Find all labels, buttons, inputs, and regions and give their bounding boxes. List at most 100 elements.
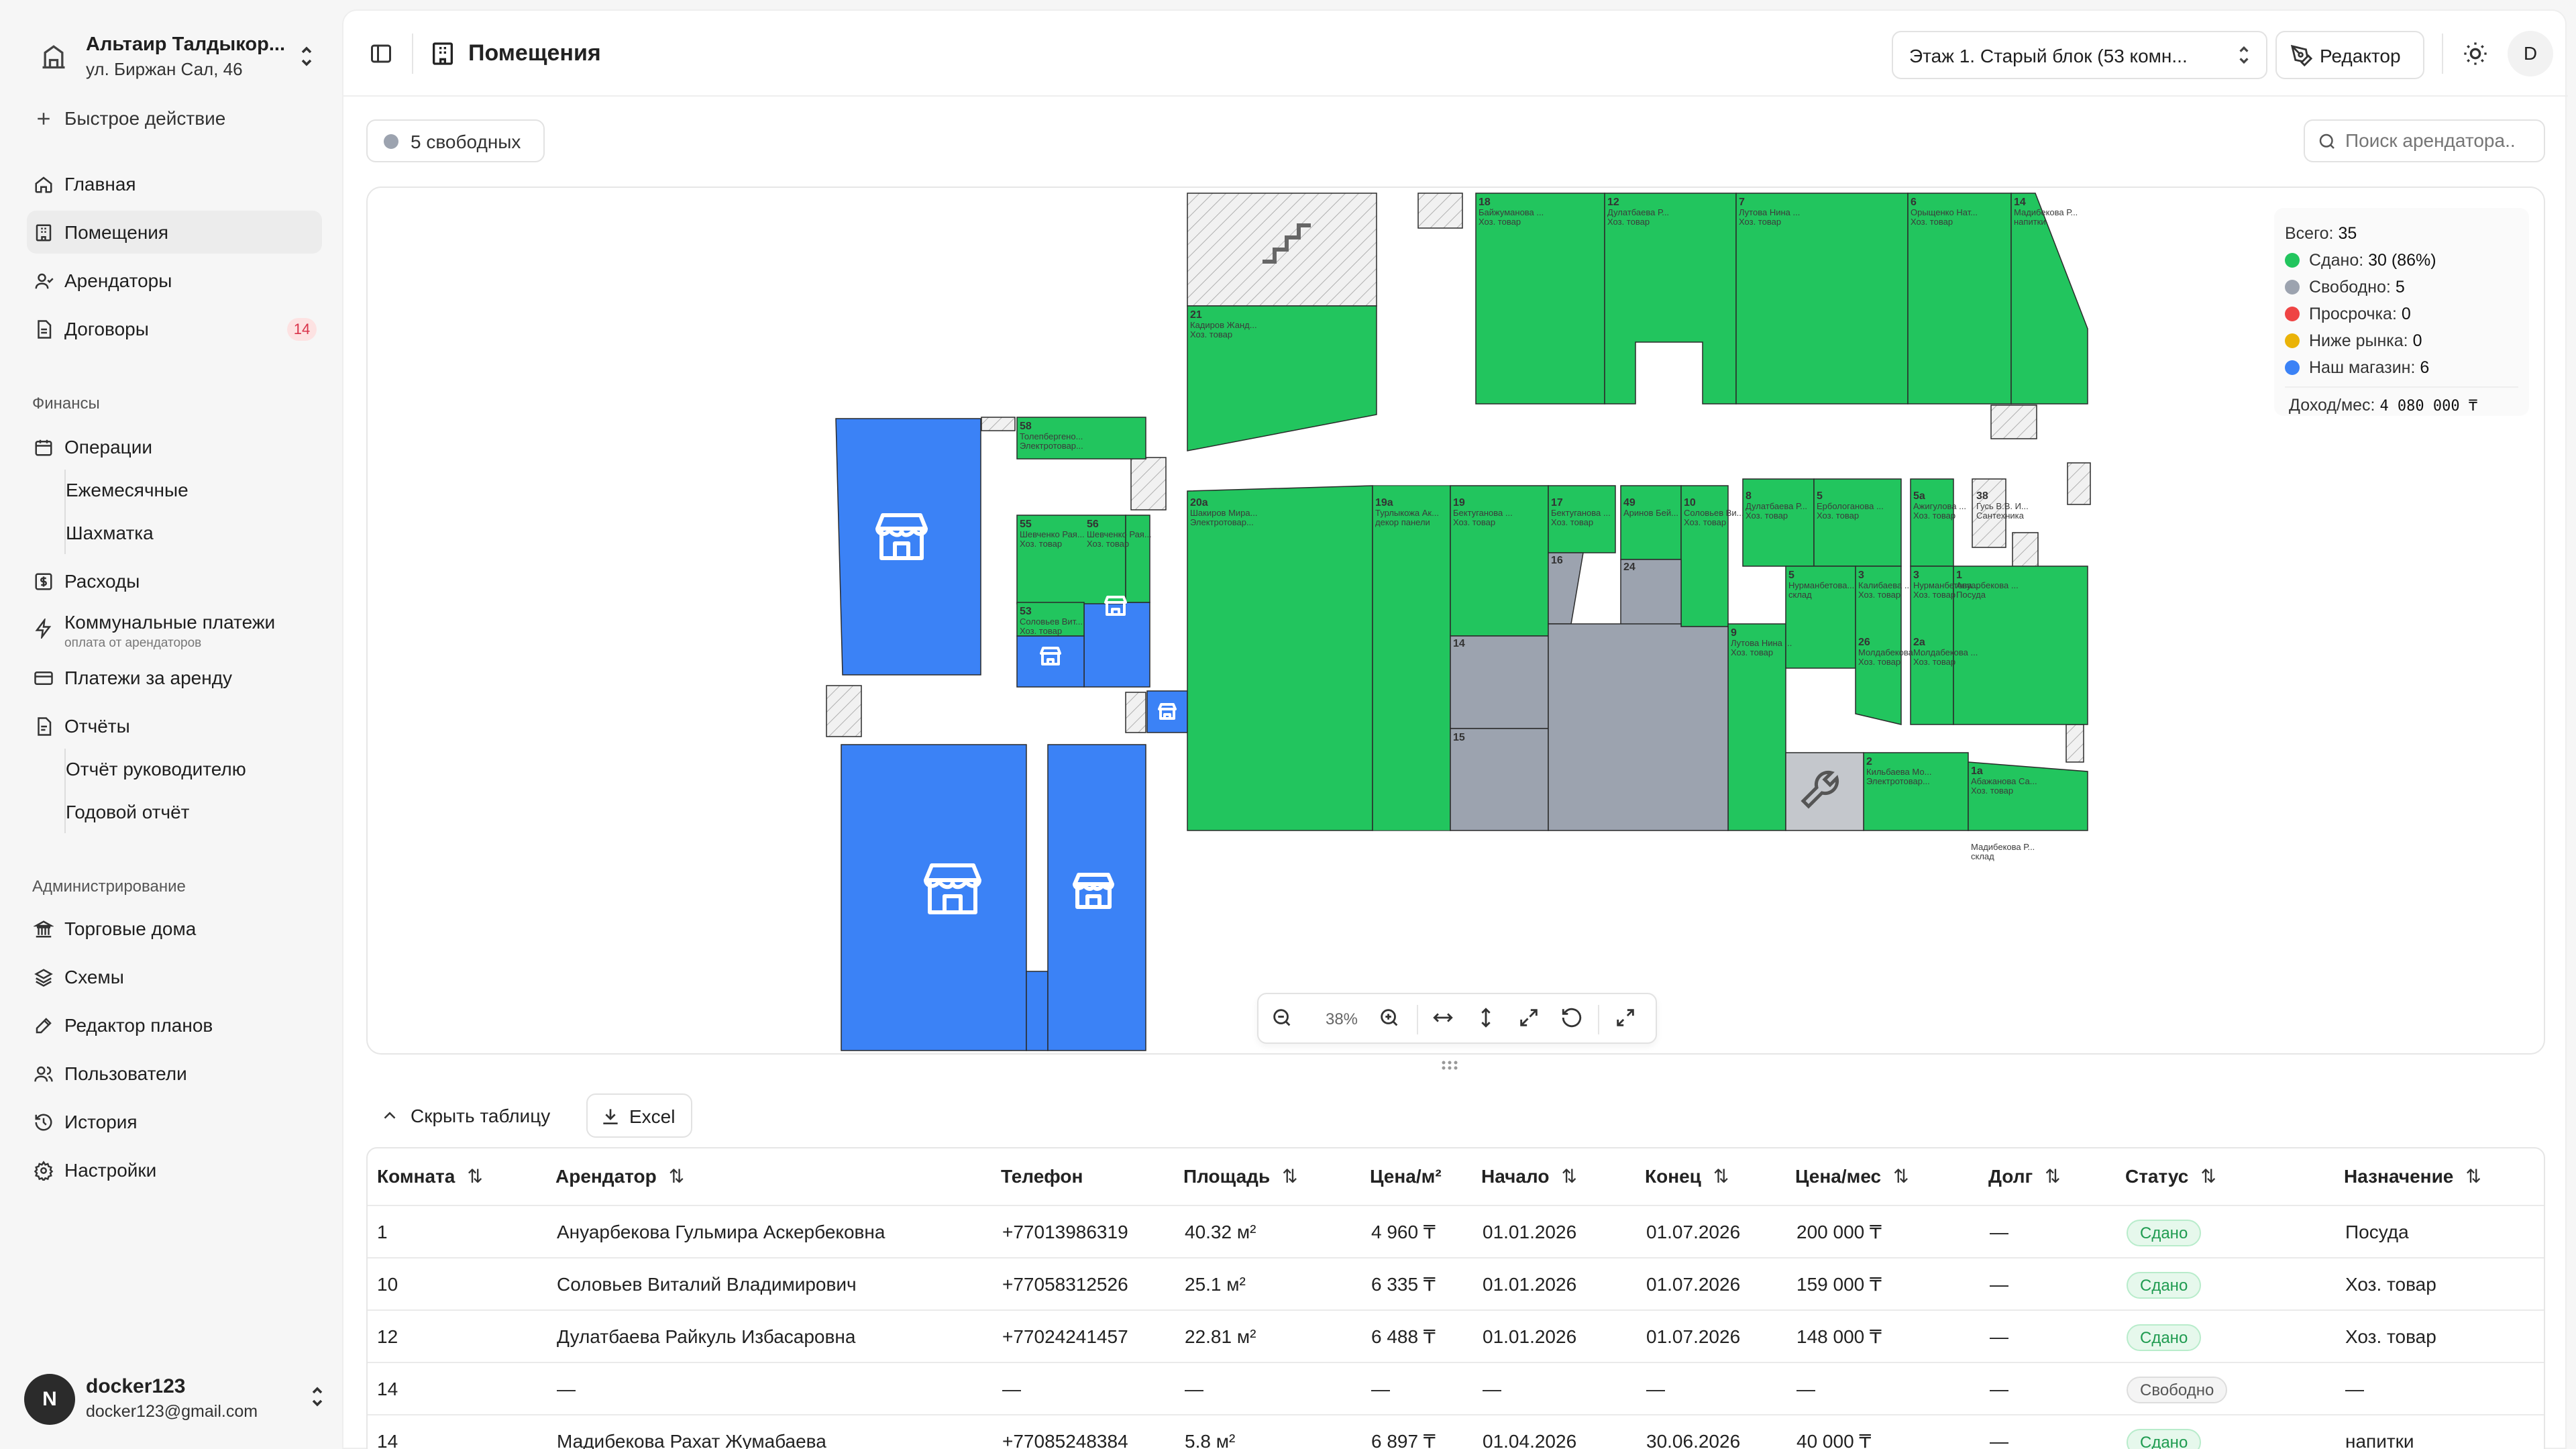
nav-utilities[interactable]: Коммунальные платежи оплата от арендатор… bbox=[27, 606, 322, 660]
legend-own-label: Наш магазин: bbox=[2309, 358, 2416, 377]
column-header[interactable]: Конец ⇅ bbox=[1645, 1148, 1729, 1205]
table-row[interactable]: 14 Мадибекова Рахат Жумабаева +77085248384… bbox=[368, 1414, 2544, 1449]
excel-export-button[interactable]: Excel bbox=[586, 1093, 692, 1138]
nav-chess[interactable]: Шахматка bbox=[48, 511, 322, 554]
nav-report-manager[interactable]: Отчёт руководителю bbox=[48, 747, 322, 790]
search-input[interactable] bbox=[2345, 127, 2540, 154]
room-label: 16 bbox=[1551, 555, 1563, 566]
room-text: Электротовар... bbox=[1866, 776, 1930, 786]
arrows-vertical-icon bbox=[1481, 1008, 1491, 1028]
user-menu[interactable]: N docker123 docker123@gmail.com bbox=[24, 1368, 326, 1425]
nav-rooms-label: Помещения bbox=[64, 222, 169, 243]
room-shape[interactable] bbox=[1863, 752, 1969, 831]
nav-plan-editor[interactable]: Редактор планов bbox=[27, 1004, 322, 1046]
room-shape[interactable] bbox=[1125, 515, 1150, 603]
nav-contracts[interactable]: Договоры 14 bbox=[27, 307, 322, 350]
zoom-out-button[interactable] bbox=[1271, 1006, 1297, 1033]
table-row[interactable]: 14 — — — — — — — — Свободно — bbox=[368, 1362, 2544, 1414]
nav-schemes[interactable]: Схемы bbox=[27, 955, 322, 998]
nav-settings[interactable]: Настройки bbox=[27, 1148, 322, 1191]
column-header[interactable]: Площадь ⇅ bbox=[1183, 1148, 1298, 1205]
user-avatar-button[interactable]: D bbox=[2508, 31, 2553, 76]
table-row[interactable]: 1 Ануарбекова Гульмира Аскербековна +77013… bbox=[368, 1205, 2544, 1257]
fit-height-button[interactable] bbox=[1474, 1006, 1501, 1033]
nav-rooms[interactable]: Помещения bbox=[27, 211, 322, 254]
column-header[interactable]: Статус ⇅ bbox=[2125, 1148, 2216, 1205]
room-shape[interactable] bbox=[1372, 485, 1451, 831]
floor-plan-map[interactable]: 18 Байжуманова ... Хоз. товар 12 Дулатбаева … bbox=[366, 186, 2545, 1055]
column-header[interactable]: Цена/мес ⇅ bbox=[1795, 1148, 1909, 1205]
room-text: Ануарбекова ... bbox=[1956, 580, 2019, 590]
room-shape[interactable] bbox=[1813, 478, 1902, 567]
download-icon bbox=[603, 1109, 618, 1124]
fit-width-button[interactable] bbox=[1432, 1006, 1458, 1033]
sort-icon: ⇅ bbox=[2465, 1166, 2481, 1187]
nav-history[interactable]: История bbox=[27, 1100, 322, 1143]
fullscreen-button[interactable] bbox=[1614, 1006, 1641, 1033]
room-text: Мадибекова Р... bbox=[1971, 842, 2035, 852]
zoom-in-button[interactable] bbox=[1378, 1006, 1405, 1033]
fit-all-button[interactable] bbox=[1517, 1006, 1544, 1033]
maintenance-room[interactable] bbox=[1785, 752, 1864, 831]
column-header[interactable]: Долг ⇅ bbox=[1988, 1148, 2061, 1205]
own-shop[interactable] bbox=[1146, 690, 1188, 733]
service-block bbox=[1125, 692, 1146, 733]
divider bbox=[1417, 1005, 1418, 1034]
cell-price_m2: — bbox=[1371, 1379, 1390, 1399]
nav-operations[interactable]: Операции bbox=[27, 425, 322, 468]
column-header[interactable]: Назначение ⇅ bbox=[2344, 1148, 2481, 1205]
nav-utilities-label: Коммунальные платежи bbox=[64, 612, 276, 633]
quick-action-button[interactable]: Быстрое действие bbox=[27, 97, 322, 140]
column-header[interactable]: Начало ⇅ bbox=[1481, 1148, 1577, 1205]
nav-monthly[interactable]: Ежемесячные bbox=[48, 468, 322, 511]
resize-handle[interactable] bbox=[1440, 1059, 1460, 1072]
table-row[interactable]: 12 Дулатбаева Райкуль Избасаровна +7702424… bbox=[368, 1309, 2544, 1362]
nav-users[interactable]: Пользователи bbox=[27, 1052, 322, 1095]
free-rooms-filter[interactable]: 5 свободных bbox=[366, 119, 545, 162]
floor-plan-svg[interactable]: 18Байжуманова ...Хоз. товар12Дулатбаева … bbox=[368, 188, 2545, 1055]
free-room[interactable] bbox=[1450, 635, 1549, 729]
room-text: 1a bbox=[1971, 765, 1983, 777]
theme-toggle-button[interactable] bbox=[2462, 40, 2489, 67]
hide-table-button[interactable]: Скрыть таблицу bbox=[366, 1095, 568, 1138]
floor-select[interactable]: Этаж 1. Старый блок (53 комн... bbox=[1892, 31, 2267, 79]
room-shape[interactable] bbox=[1187, 485, 1373, 831]
reset-view-button[interactable] bbox=[1560, 1006, 1587, 1033]
status-badge: Сдано bbox=[2127, 1324, 2202, 1351]
editor-button[interactable]: Редактор bbox=[2275, 31, 2424, 79]
room-shape[interactable] bbox=[1968, 761, 2088, 831]
nav-tenants[interactable]: Арендаторы bbox=[27, 259, 322, 302]
room-text: напитки bbox=[2014, 217, 2046, 227]
room-text: Кадиров Жанд... bbox=[1190, 320, 1257, 330]
room-text: Хоз. товар bbox=[1453, 517, 1495, 527]
room-shape[interactable] bbox=[1016, 515, 1126, 604]
org-switcher[interactable]: Альтаир Талдыкор... ул. Биржан Сал, 46 bbox=[27, 27, 322, 86]
nav-reports[interactable]: Отчёты bbox=[27, 704, 322, 747]
room-shape[interactable] bbox=[1742, 478, 1815, 567]
column-header[interactable]: Комната ⇅ bbox=[377, 1148, 483, 1205]
nav-malls[interactable]: Торговые дома bbox=[27, 907, 322, 950]
expand-icon bbox=[1617, 1009, 1634, 1026]
free-room[interactable] bbox=[1450, 728, 1549, 831]
cell-purpose: Хоз. товар bbox=[2345, 1326, 2436, 1347]
column-header[interactable]: Арендатор ⇅ bbox=[555, 1148, 684, 1205]
nav-report-year[interactable]: Годовой отчёт bbox=[48, 790, 322, 833]
own-shop[interactable] bbox=[841, 744, 1027, 1051]
free-room[interactable] bbox=[1548, 623, 1729, 831]
room-text: 10 bbox=[1684, 497, 1696, 508]
legend-free-value: 5 bbox=[2395, 278, 2405, 297]
room-text: Байжуманова ... bbox=[1479, 207, 1544, 217]
legend-free: Свободно: 5 bbox=[2285, 278, 2405, 297]
nav-rent-payments[interactable]: Платежи за аренду bbox=[27, 656, 322, 699]
cell-end: 01.07.2026 bbox=[1646, 1222, 1741, 1242]
own-shop[interactable] bbox=[1016, 635, 1085, 688]
cell-purpose: напитки bbox=[2345, 1431, 2414, 1449]
cell-room: 10 bbox=[377, 1274, 398, 1295]
tenant-search[interactable] bbox=[2304, 119, 2545, 162]
table-row[interactable]: 10 Соловьев Виталий Владимирович +77058312… bbox=[368, 1257, 2544, 1309]
nav-expenses[interactable]: Расходы bbox=[27, 559, 322, 602]
room-text: Шакиров Мира... bbox=[1190, 508, 1257, 518]
sidebar-toggle-button[interactable] bbox=[369, 42, 393, 66]
nav-home[interactable]: Главная bbox=[27, 162, 322, 205]
own-shop[interactable] bbox=[1026, 971, 1049, 1051]
